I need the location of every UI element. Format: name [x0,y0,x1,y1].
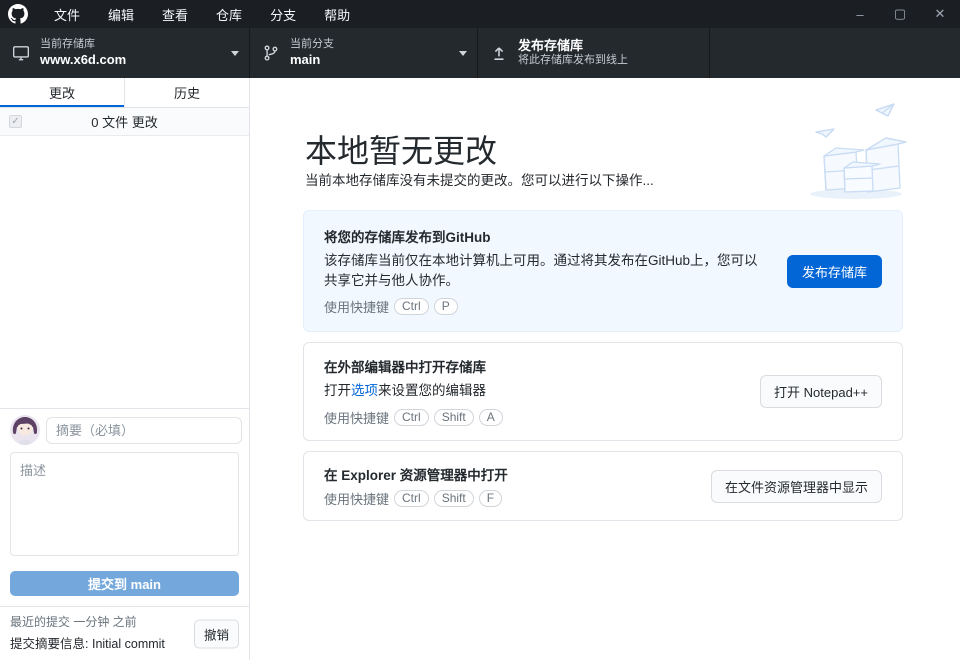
close-button[interactable]: ✕ [920,0,960,28]
open-editor-shortcut: 使用快捷键 Ctrl Shift A [324,408,744,427]
upload-icon [490,44,508,62]
tab-history[interactable]: 历史 [124,78,249,107]
commit-button[interactable]: 提交到 main [10,571,239,596]
menubar: 文件 编辑 查看 仓库 分支 帮助 [40,0,364,28]
key-a: A [479,409,503,426]
empty-state-title: 本地暂无更改 [305,126,497,172]
key-ctrl: Ctrl [394,298,429,315]
open-editor-card-title: 在外部编辑器中打开存储库 [324,356,744,376]
github-desktop-window: 文件 编辑 查看 仓库 分支 帮助 – ▢ ✕ 当前存储库 www.x6d.co… [0,0,960,660]
key-ctrl: Ctrl [394,490,429,507]
publish-shortcut: 使用快捷键 Ctrl P [324,297,771,316]
open-editor-card: 在外部编辑器中打开存储库 打开选项来设置您的编辑器 使用快捷键 Ctrl Shi… [303,342,903,441]
publish-repository-toolbar-button[interactable]: 发布存储库 将此存储库发布到线上 [478,28,710,78]
user-avatar [10,415,40,445]
changed-files-row: ✓ 0 文件 更改 [0,108,249,136]
maximize-button[interactable]: ▢ [880,0,920,28]
select-all-checkbox[interactable]: ✓ [9,115,22,128]
key-shift: Shift [434,409,474,426]
sidebar-tabs: 更改 历史 [0,78,249,108]
minimize-button[interactable]: – [840,0,880,28]
show-in-explorer-card: 在 Explorer 资源管理器中打开 使用快捷键 Ctrl Shift F 在… [303,451,903,521]
changed-files-count: 0 文件 更改 [0,112,249,131]
menu-view[interactable]: 查看 [148,0,202,28]
options-link[interactable]: 选项 [351,383,378,398]
commit-form: 提交到 main [0,408,249,606]
menu-help[interactable]: 帮助 [310,0,364,28]
publish-repository-button[interactable]: 发布存储库 [787,255,882,288]
empty-state-illustration [798,98,918,208]
current-branch-dropdown[interactable]: 当前分支 main [250,28,478,78]
undo-commit-bar: 最近的提交 一分钟 之前 提交摘要信息: Initial commit 撤销 [0,606,249,660]
open-editor-button[interactable]: 打开 Notepad++ [760,375,882,408]
key-f: F [479,490,502,507]
git-branch-icon [262,44,280,62]
publish-title: 发布存储库 [518,38,628,54]
no-changes-view: 本地暂无更改 当前本地存储库没有未提交的更改。您可以进行以下操作... 将您的存… [251,78,960,660]
menu-repository[interactable]: 仓库 [202,0,256,28]
branch-label: 当前分支 [290,38,334,52]
publish-subtitle: 将此存储库发布到线上 [518,54,628,68]
key-ctrl: Ctrl [394,409,429,426]
empty-state-subtitle: 当前本地存储库没有未提交的更改。您可以进行以下操作... [305,169,654,189]
toolbar: 当前存储库 www.x6d.com 当前分支 main [0,28,960,78]
commit-description-input[interactable] [10,452,239,556]
show-in-explorer-card-title: 在 Explorer 资源管理器中打开 [324,464,695,484]
current-repository-dropdown[interactable]: 当前存储库 www.x6d.com [0,28,250,78]
show-in-explorer-shortcut: 使用快捷键 Ctrl Shift F [324,489,695,508]
open-editor-card-body: 打开选项来设置您的编辑器 [324,381,744,401]
commit-summary-input[interactable] [46,417,242,444]
show-in-explorer-button[interactable]: 在文件资源管理器中显示 [711,470,882,503]
branch-name: main [290,52,334,68]
menu-branch[interactable]: 分支 [256,0,310,28]
menu-file[interactable]: 文件 [40,0,94,28]
undo-button[interactable]: 撤销 [194,619,239,648]
repo-label: 当前存储库 [40,38,126,52]
publish-card: 将您的存储库发布到GitHub 该存储库当前仅在本地计算机上可用。通过将其发布在… [303,210,903,332]
changes-list-empty [0,136,249,408]
titlebar: 文件 编辑 查看 仓库 分支 帮助 – ▢ ✕ [0,0,960,28]
sidebar: 更改 历史 ✓ 0 文件 更改 [0,78,250,660]
key-p: P [434,298,458,315]
publish-card-body: 该存储库当前仅在本地计算机上可用。通过将其发布在GitHub上，您可以共享它并与… [324,251,771,290]
key-shift: Shift [434,490,474,507]
github-logo-icon [8,4,28,24]
repo-name: www.x6d.com [40,52,126,68]
chevron-down-icon [459,51,467,56]
computer-icon [12,44,30,62]
window-controls: – ▢ ✕ [840,0,960,28]
chevron-down-icon [231,51,239,56]
publish-card-title: 将您的存储库发布到GitHub [324,226,771,246]
menu-edit[interactable]: 编辑 [94,0,148,28]
tab-changes[interactable]: 更改 [0,78,124,107]
